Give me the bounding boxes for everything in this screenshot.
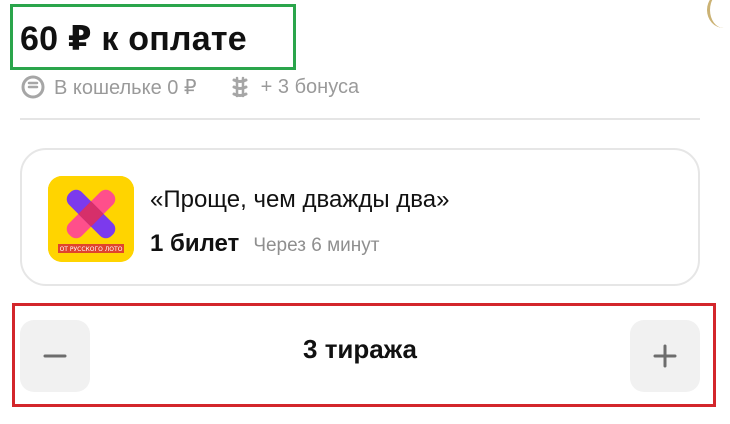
divider — [20, 118, 700, 120]
lottery-card[interactable]: ОТ РУССКОГО ЛОТО «Проще, чем дважды два»… — [20, 148, 700, 286]
increase-draws-button[interactable] — [630, 320, 700, 392]
ticket-count: 1 билет — [150, 230, 240, 257]
bonus-icon — [227, 74, 253, 100]
ticket-info: 1 билет Через 6 минут — [150, 230, 379, 258]
draws-count: 3 тиража — [303, 334, 417, 364]
wallet-balance: В кошельке 0 ₽ — [54, 76, 197, 99]
minus-icon — [41, 342, 69, 370]
plus-icon — [651, 342, 679, 370]
balance-row: В кошельке 0 ₽ + 3 бонуса — [20, 74, 359, 100]
lottery-logo: ОТ РУССКОГО ЛОТО — [48, 176, 134, 262]
draw-time: Через 6 минут — [253, 235, 380, 256]
logo-caption: ОТ РУССКОГО ЛОТО — [60, 246, 123, 253]
decrease-draws-button[interactable] — [20, 320, 90, 392]
wallet-icon — [20, 74, 46, 100]
bonus-count: + 3 бонуса — [260, 75, 360, 98]
lottery-name: «Проще, чем дважды два» — [150, 186, 450, 213]
payment-total: 60 ₽ к оплате — [20, 20, 247, 58]
decorative-arc — [707, 0, 730, 28]
